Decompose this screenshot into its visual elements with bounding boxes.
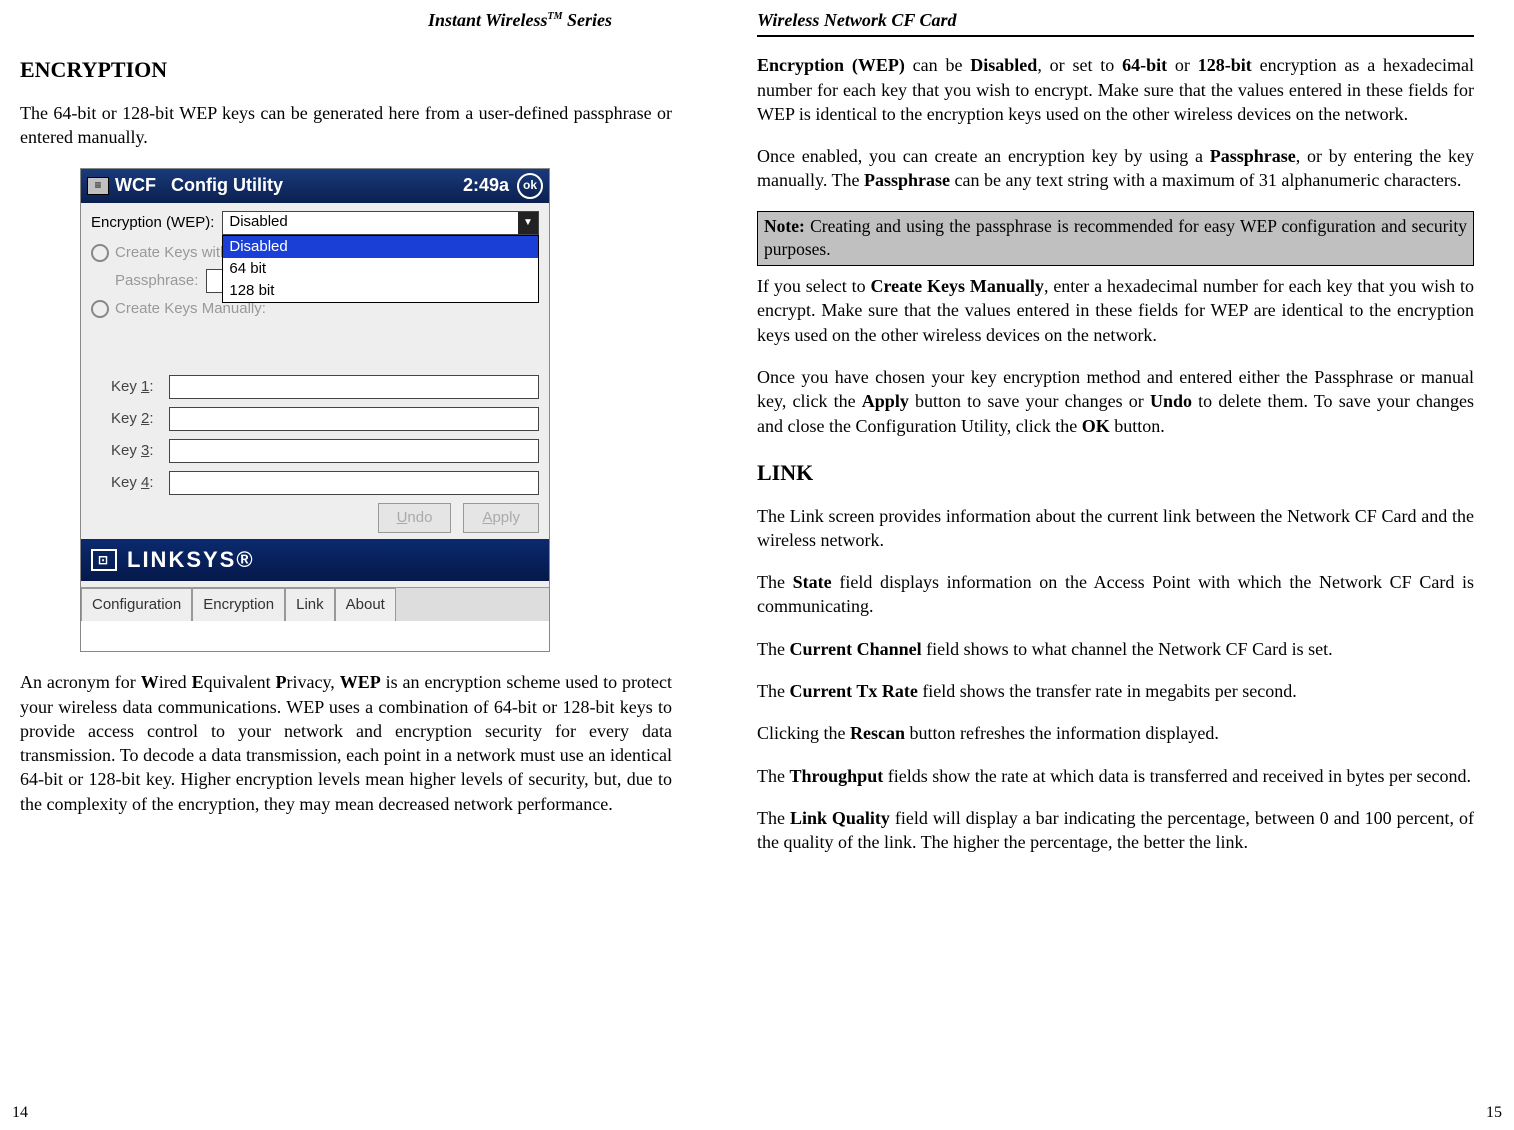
right-para-2: Once enabled, you can create an encrypti… bbox=[757, 144, 1474, 193]
key3-input[interactable] bbox=[169, 439, 539, 463]
tab-bar: Configuration Encryption Link About bbox=[81, 587, 549, 621]
window-titlebar: ≡ WCF Config Utility 2:49a ok bbox=[81, 169, 549, 203]
note-box: Note: Creating and using the passphrase … bbox=[757, 211, 1474, 266]
link-para-4: The Current Tx Rate field shows the tran… bbox=[757, 679, 1474, 703]
link-para-3: The Current Channel field shows to what … bbox=[757, 637, 1474, 661]
key3-label: Key 3: bbox=[111, 441, 169, 461]
config-utility-screenshot: ≡ WCF Config Utility 2:49a ok Encryption… bbox=[80, 168, 550, 653]
right-header: Wireless Network CF Card bbox=[757, 8, 1474, 37]
encryption-row: Encryption (WEP): Disabled ▼ Disabled 64… bbox=[91, 211, 539, 237]
radio-passphrase[interactable] bbox=[91, 244, 109, 262]
app-icon: ≡ bbox=[87, 177, 109, 195]
passphrase-label: Passphrase: bbox=[115, 271, 206, 291]
link-heading: LINK bbox=[757, 458, 1474, 488]
key2-label: Key 2: bbox=[111, 409, 169, 429]
key4-label: Key 4: bbox=[111, 473, 169, 493]
tm-mark: TM bbox=[548, 11, 563, 22]
combo-dropdown: Disabled 64 bit 128 bit bbox=[222, 235, 539, 304]
radio-manual[interactable] bbox=[91, 300, 109, 318]
header-suffix: Series bbox=[563, 10, 613, 30]
key2-row: Key 2: bbox=[111, 407, 539, 431]
encryption-combo[interactable]: Disabled ▼ Disabled 64 bit 128 bit bbox=[222, 211, 539, 237]
page-number-left: 14 bbox=[12, 1102, 28, 1124]
clock: 2:49a bbox=[463, 173, 509, 197]
bottom-space bbox=[81, 621, 549, 651]
chevron-down-icon[interactable]: ▼ bbox=[518, 212, 538, 234]
link-para-6: The Throughput fields show the rate at w… bbox=[757, 764, 1474, 788]
combo-option-128bit[interactable]: 128 bit bbox=[223, 280, 538, 302]
right-para-3: If you select to Create Keys Manually, e… bbox=[757, 274, 1474, 347]
link-para-5: Clicking the Rescan button refreshes the… bbox=[757, 721, 1474, 745]
undo-button[interactable]: Undo bbox=[378, 503, 452, 533]
tab-configuration[interactable]: Configuration bbox=[81, 588, 192, 621]
key4-input[interactable] bbox=[169, 471, 539, 495]
tab-link[interactable]: Link bbox=[285, 588, 335, 621]
left-para-1: The 64-bit or 128-bit WEP keys can be ge… bbox=[20, 101, 672, 150]
right-para-1: Encryption (WEP) can be Disabled, or set… bbox=[757, 53, 1474, 126]
title-suffix: Config Utility bbox=[171, 175, 283, 195]
ok-button[interactable]: ok bbox=[517, 173, 543, 199]
left-header: Instant WirelessTM Series bbox=[20, 8, 672, 35]
key4-row: Key 4: bbox=[111, 471, 539, 495]
app-name: WCF bbox=[115, 175, 156, 195]
apply-button[interactable]: Apply bbox=[463, 503, 539, 533]
linksys-logo-icon: ⊡ bbox=[91, 549, 117, 571]
page-number-right: 15 bbox=[1486, 1102, 1502, 1124]
tab-encryption[interactable]: Encryption bbox=[192, 588, 285, 621]
brand-bar: ⊡ LINKSYS® bbox=[81, 539, 549, 581]
link-para-1: The Link screen provides information abo… bbox=[757, 504, 1474, 553]
left-para-2: An acronym for Wired Equivalent Privacy,… bbox=[20, 670, 672, 816]
right-page: Wireless Network CF Card Encryption (WEP… bbox=[757, 0, 1514, 1130]
link-para-7: The Link Quality field will display a ba… bbox=[757, 806, 1474, 855]
window-body: Encryption (WEP): Disabled ▼ Disabled 64… bbox=[81, 203, 549, 652]
key2-input[interactable] bbox=[169, 407, 539, 431]
key1-label: Key 1: bbox=[111, 377, 169, 397]
window-title: WCF Config Utility bbox=[115, 173, 463, 197]
combo-option-64bit[interactable]: 64 bit bbox=[223, 258, 538, 280]
right-para-4: Once you have chosen your key encryption… bbox=[757, 365, 1474, 438]
brand-text: LINKSYS® bbox=[127, 545, 255, 575]
encryption-label: Encryption (WEP): bbox=[91, 213, 222, 233]
key3-row: Key 3: bbox=[111, 439, 539, 463]
combo-option-disabled[interactable]: Disabled bbox=[223, 236, 538, 258]
key1-row: Key 1: bbox=[111, 375, 539, 399]
header-text: Instant Wireless bbox=[428, 10, 548, 30]
link-para-2: The State field displays information on … bbox=[757, 570, 1474, 619]
key1-input[interactable] bbox=[169, 375, 539, 399]
key-block: Key 1: Key 2: Key 3: Key 4: bbox=[91, 375, 539, 495]
tab-about[interactable]: About bbox=[335, 588, 396, 621]
left-page: Instant WirelessTM Series ENCRYPTION The… bbox=[0, 0, 757, 1130]
combo-value[interactable]: Disabled bbox=[222, 211, 539, 235]
encryption-heading: ENCRYPTION bbox=[20, 55, 672, 85]
button-row: Undo Apply bbox=[91, 503, 539, 533]
